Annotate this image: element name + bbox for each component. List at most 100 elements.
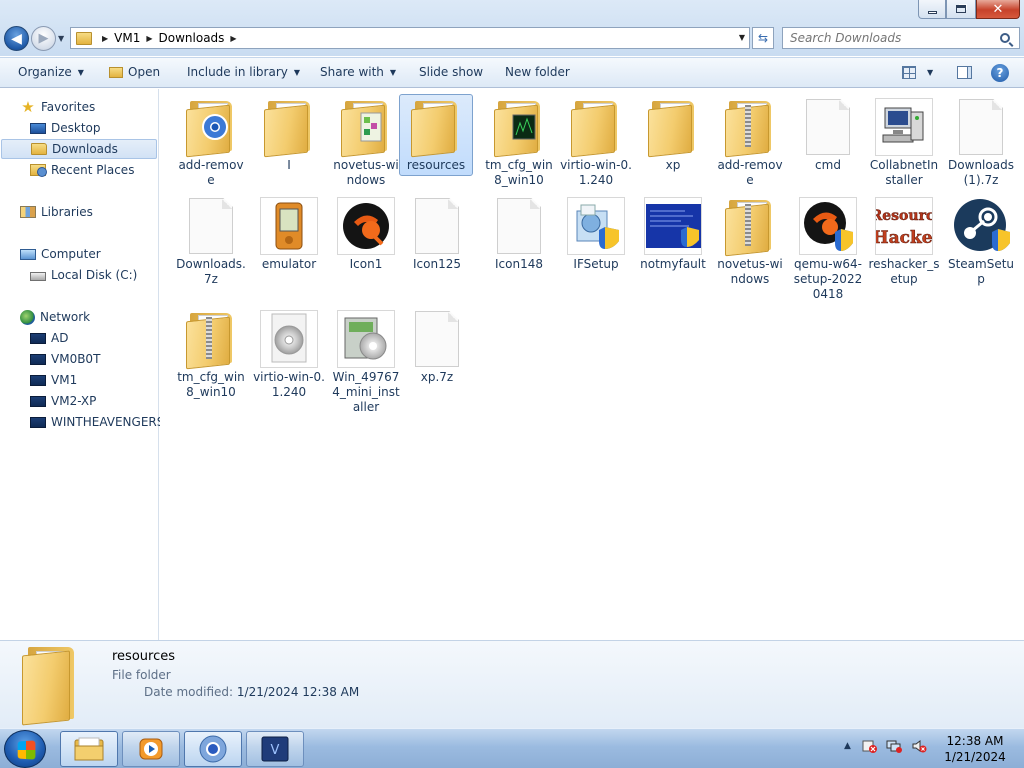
- nav-local-disk[interactable]: Local Disk (C:): [0, 265, 157, 285]
- file-item[interactable]: Icon125: [400, 194, 474, 272]
- file-item[interactable]: add-remove: [713, 95, 787, 188]
- minimize-icon: [927, 10, 937, 14]
- file-item[interactable]: Win_497674_mini_installer: [329, 307, 403, 415]
- nav-host-vm2-xp[interactable]: VM2-XP: [0, 391, 157, 411]
- svg-text:V: V: [271, 743, 280, 758]
- search-input[interactable]: [783, 31, 1000, 45]
- new-folder-button[interactable]: New folder: [505, 65, 570, 79]
- zip-folder-icon: [725, 198, 775, 257]
- include-in-library-menu[interactable]: Include in library ▼: [187, 65, 300, 79]
- share-with-label: Share with: [320, 65, 384, 79]
- file-item[interactable]: notmyfault: [636, 194, 710, 272]
- taskbar-clock[interactable]: 12:38 AM 1/21/2024: [940, 733, 1010, 765]
- file-item[interactable]: add-remove: [174, 95, 248, 188]
- slide-show-button[interactable]: Slide show: [419, 65, 483, 79]
- nav-host-ad[interactable]: AD: [0, 328, 157, 348]
- file-item[interactable]: xp: [636, 95, 710, 173]
- blank-file-icon: [806, 99, 850, 155]
- folder-icon: [76, 31, 92, 45]
- breadcrumb-chevron-icon[interactable]: ▶: [146, 34, 152, 43]
- nav-downloads[interactable]: Downloads: [1, 139, 157, 159]
- address-dropdown-icon[interactable]: ▼: [739, 33, 745, 42]
- nav-label: VM2-XP: [51, 394, 97, 408]
- taskbar-browser[interactable]: [184, 731, 242, 767]
- close-button[interactable]: ✕: [976, 0, 1020, 19]
- breadcrumb-chevron-icon[interactable]: ▶: [102, 34, 108, 43]
- search-icon[interactable]: [1000, 33, 1010, 43]
- search-box[interactable]: [782, 27, 1020, 49]
- nav-favorites[interactable]: ★ Favorites: [0, 97, 157, 117]
- breadcrumb-chevron-icon[interactable]: ▶: [230, 34, 236, 43]
- nav-libraries[interactable]: Libraries: [0, 202, 157, 222]
- file-item[interactable]: virtio-win-0.1.240: [252, 307, 326, 400]
- arrow-left-icon: ◀: [11, 30, 22, 47]
- file-name-label: CollabnetInstaller: [869, 158, 939, 187]
- nav-computer[interactable]: Computer: [0, 244, 157, 264]
- file-name-label: resources: [406, 158, 466, 172]
- taskbar-vm-app[interactable]: V: [246, 731, 304, 767]
- file-item[interactable]: Icon1: [329, 194, 403, 272]
- nav-desktop[interactable]: Desktop: [0, 118, 157, 138]
- volume-muted-icon[interactable]: [911, 739, 927, 753]
- file-item[interactable]: novetus-windows: [713, 194, 787, 287]
- file-item[interactable]: cmd: [791, 95, 865, 173]
- file-name-label: virtio-win-0.1.240: [560, 158, 632, 187]
- file-item[interactable]: qemu-w64-setup-20220418: [791, 194, 865, 302]
- refresh-button[interactable]: ⇆: [752, 27, 774, 49]
- open-button[interactable]: Open: [109, 65, 160, 79]
- file-item[interactable]: tm_cfg_win8_win10: [482, 95, 556, 188]
- file-item[interactable]: SteamSetup: [944, 194, 1018, 287]
- file-item[interactable]: virtio-win-0.1.240: [559, 95, 633, 188]
- taskbar-explorer[interactable]: [60, 731, 118, 767]
- view-options-dropdown[interactable]: ▼: [927, 68, 933, 77]
- file-item[interactable]: xp.7z: [400, 307, 474, 385]
- help-icon[interactable]: ?: [991, 64, 1009, 82]
- slide-show-label: Slide show: [419, 65, 484, 79]
- back-button[interactable]: ◀: [4, 26, 29, 51]
- file-thumbnail: [258, 97, 320, 158]
- file-item[interactable]: tm_cfg_win8_win10: [174, 307, 248, 400]
- file-thumbnail: [488, 196, 550, 256]
- nav-host-vm1[interactable]: VM1: [0, 370, 157, 390]
- share-with-menu[interactable]: Share with ▼: [320, 65, 396, 79]
- action-center-icon[interactable]: [861, 739, 877, 753]
- network-computer-icon: [30, 416, 46, 428]
- file-item[interactable]: novetus-windows: [329, 95, 403, 188]
- file-thumbnail: [797, 97, 859, 157]
- file-name-label: notmyfault: [640, 257, 706, 271]
- recent-pages-dropdown[interactable]: ▼: [58, 34, 64, 43]
- nav-network[interactable]: Network: [0, 307, 157, 327]
- file-thumbnail: [335, 196, 397, 256]
- file-item[interactable]: Downloads.7z: [174, 194, 248, 287]
- file-item[interactable]: emulator: [252, 194, 326, 272]
- change-view-icon[interactable]: [902, 66, 916, 79]
- organize-menu[interactable]: Organize ▼: [18, 65, 84, 79]
- file-item[interactable]: Downloads (1).7z: [944, 95, 1018, 188]
- breadcrumb-downloads[interactable]: Downloads: [159, 31, 225, 45]
- nav-label: WINTHEAVENGERS: [51, 415, 165, 429]
- file-item[interactable]: CollabnetInstaller: [867, 95, 941, 188]
- preview-pane-icon[interactable]: [957, 66, 972, 79]
- nav-host-wintheavengers[interactable]: WINTHEAVENGERS: [0, 412, 164, 432]
- file-item[interactable]: Icon148: [482, 194, 556, 272]
- network-status-icon[interactable]: [886, 739, 902, 753]
- file-item[interactable]: IFSetup: [559, 194, 633, 272]
- file-item[interactable]: I: [252, 95, 326, 173]
- file-item[interactable]: resources: [399, 94, 473, 176]
- show-hidden-icons-icon[interactable]: ▲: [844, 741, 851, 751]
- forward-button[interactable]: ▶: [31, 26, 56, 51]
- maximize-button[interactable]: [946, 0, 976, 19]
- file-item[interactable]: Resource Hacker reshacker_setup: [867, 194, 941, 287]
- minimize-button[interactable]: [918, 0, 946, 19]
- start-button[interactable]: [4, 730, 46, 768]
- breadcrumb-vm1[interactable]: VM1: [114, 31, 140, 45]
- taskbar-media-player[interactable]: [122, 731, 180, 767]
- file-thumbnail: [335, 309, 397, 369]
- nav-recent-places[interactable]: Recent Places: [0, 160, 157, 180]
- open-folder-icon: [109, 66, 123, 78]
- nav-host-vm0b0t[interactable]: VM0B0T: [0, 349, 157, 369]
- file-name-label: Win_497674_mini_installer: [332, 370, 400, 414]
- folder-icon: [186, 99, 236, 158]
- file-thumbnail: [950, 97, 1012, 157]
- address-bar[interactable]: ▶ VM1 ▶ Downloads ▶ ▼: [70, 27, 750, 49]
